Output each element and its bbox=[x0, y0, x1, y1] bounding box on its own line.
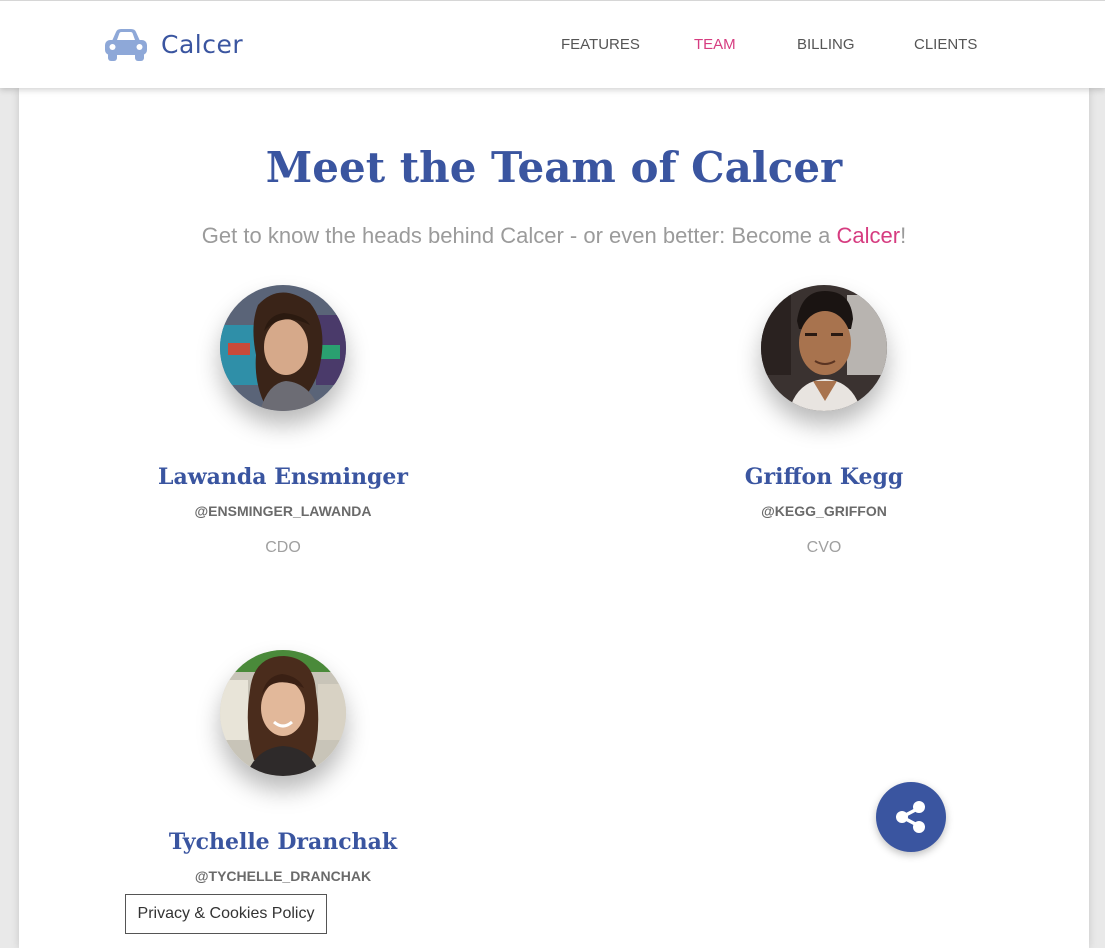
team-member-card: Lawanda Ensminger @ENSMINGER_LAWANDA CDO bbox=[103, 285, 463, 559]
page-subtitle: Get to know the heads behind Calcer - or… bbox=[19, 222, 1089, 250]
member-role: CVO bbox=[806, 539, 842, 556]
team-member-card: Tychelle Dranchak @TYCHELLE_DRANCHAK bbox=[103, 650, 463, 902]
member-handle[interactable]: @KEGG_GRIFFON bbox=[644, 501, 1004, 521]
main-nav: FEATURES TEAM BILLING CLIENTS bbox=[0, 35, 1105, 55]
nav-billing[interactable]: BILLING bbox=[797, 35, 855, 55]
share-icon bbox=[893, 799, 929, 835]
top-navbar: Calcer FEATURES TEAM BILLING CLIENTS bbox=[0, 0, 1105, 88]
team-member-card: Griffon Kegg @KEGG_GRIFFON CVO bbox=[644, 285, 1004, 559]
subtitle-accent: Calcer bbox=[836, 223, 901, 248]
subtitle-text: Get to know the heads behind Calcer - or… bbox=[201, 223, 837, 248]
member-name[interactable]: Griffon Kegg bbox=[644, 461, 1004, 493]
nav-features[interactable]: FEATURES bbox=[561, 35, 640, 55]
member-name[interactable]: Lawanda Ensminger bbox=[103, 461, 463, 493]
privacy-cookies-policy-link[interactable]: Privacy & Cookies Policy bbox=[125, 894, 327, 934]
member-handle[interactable]: @ENSMINGER_LAWANDA bbox=[103, 501, 463, 521]
member-handle[interactable]: @TYCHELLE_DRANCHAK bbox=[103, 866, 463, 886]
nav-clients[interactable]: CLIENTS bbox=[914, 35, 977, 55]
subtitle-suffix: ! bbox=[900, 223, 907, 248]
nav-team[interactable]: TEAM bbox=[694, 35, 736, 55]
member-name[interactable]: Tychelle Dranchak bbox=[103, 826, 463, 858]
avatar bbox=[761, 285, 887, 411]
member-role: CDO bbox=[265, 539, 301, 556]
page-title: Meet the Team of Calcer bbox=[265, 143, 843, 192]
avatar bbox=[220, 650, 346, 776]
share-button[interactable] bbox=[876, 782, 946, 852]
avatar bbox=[220, 285, 346, 411]
